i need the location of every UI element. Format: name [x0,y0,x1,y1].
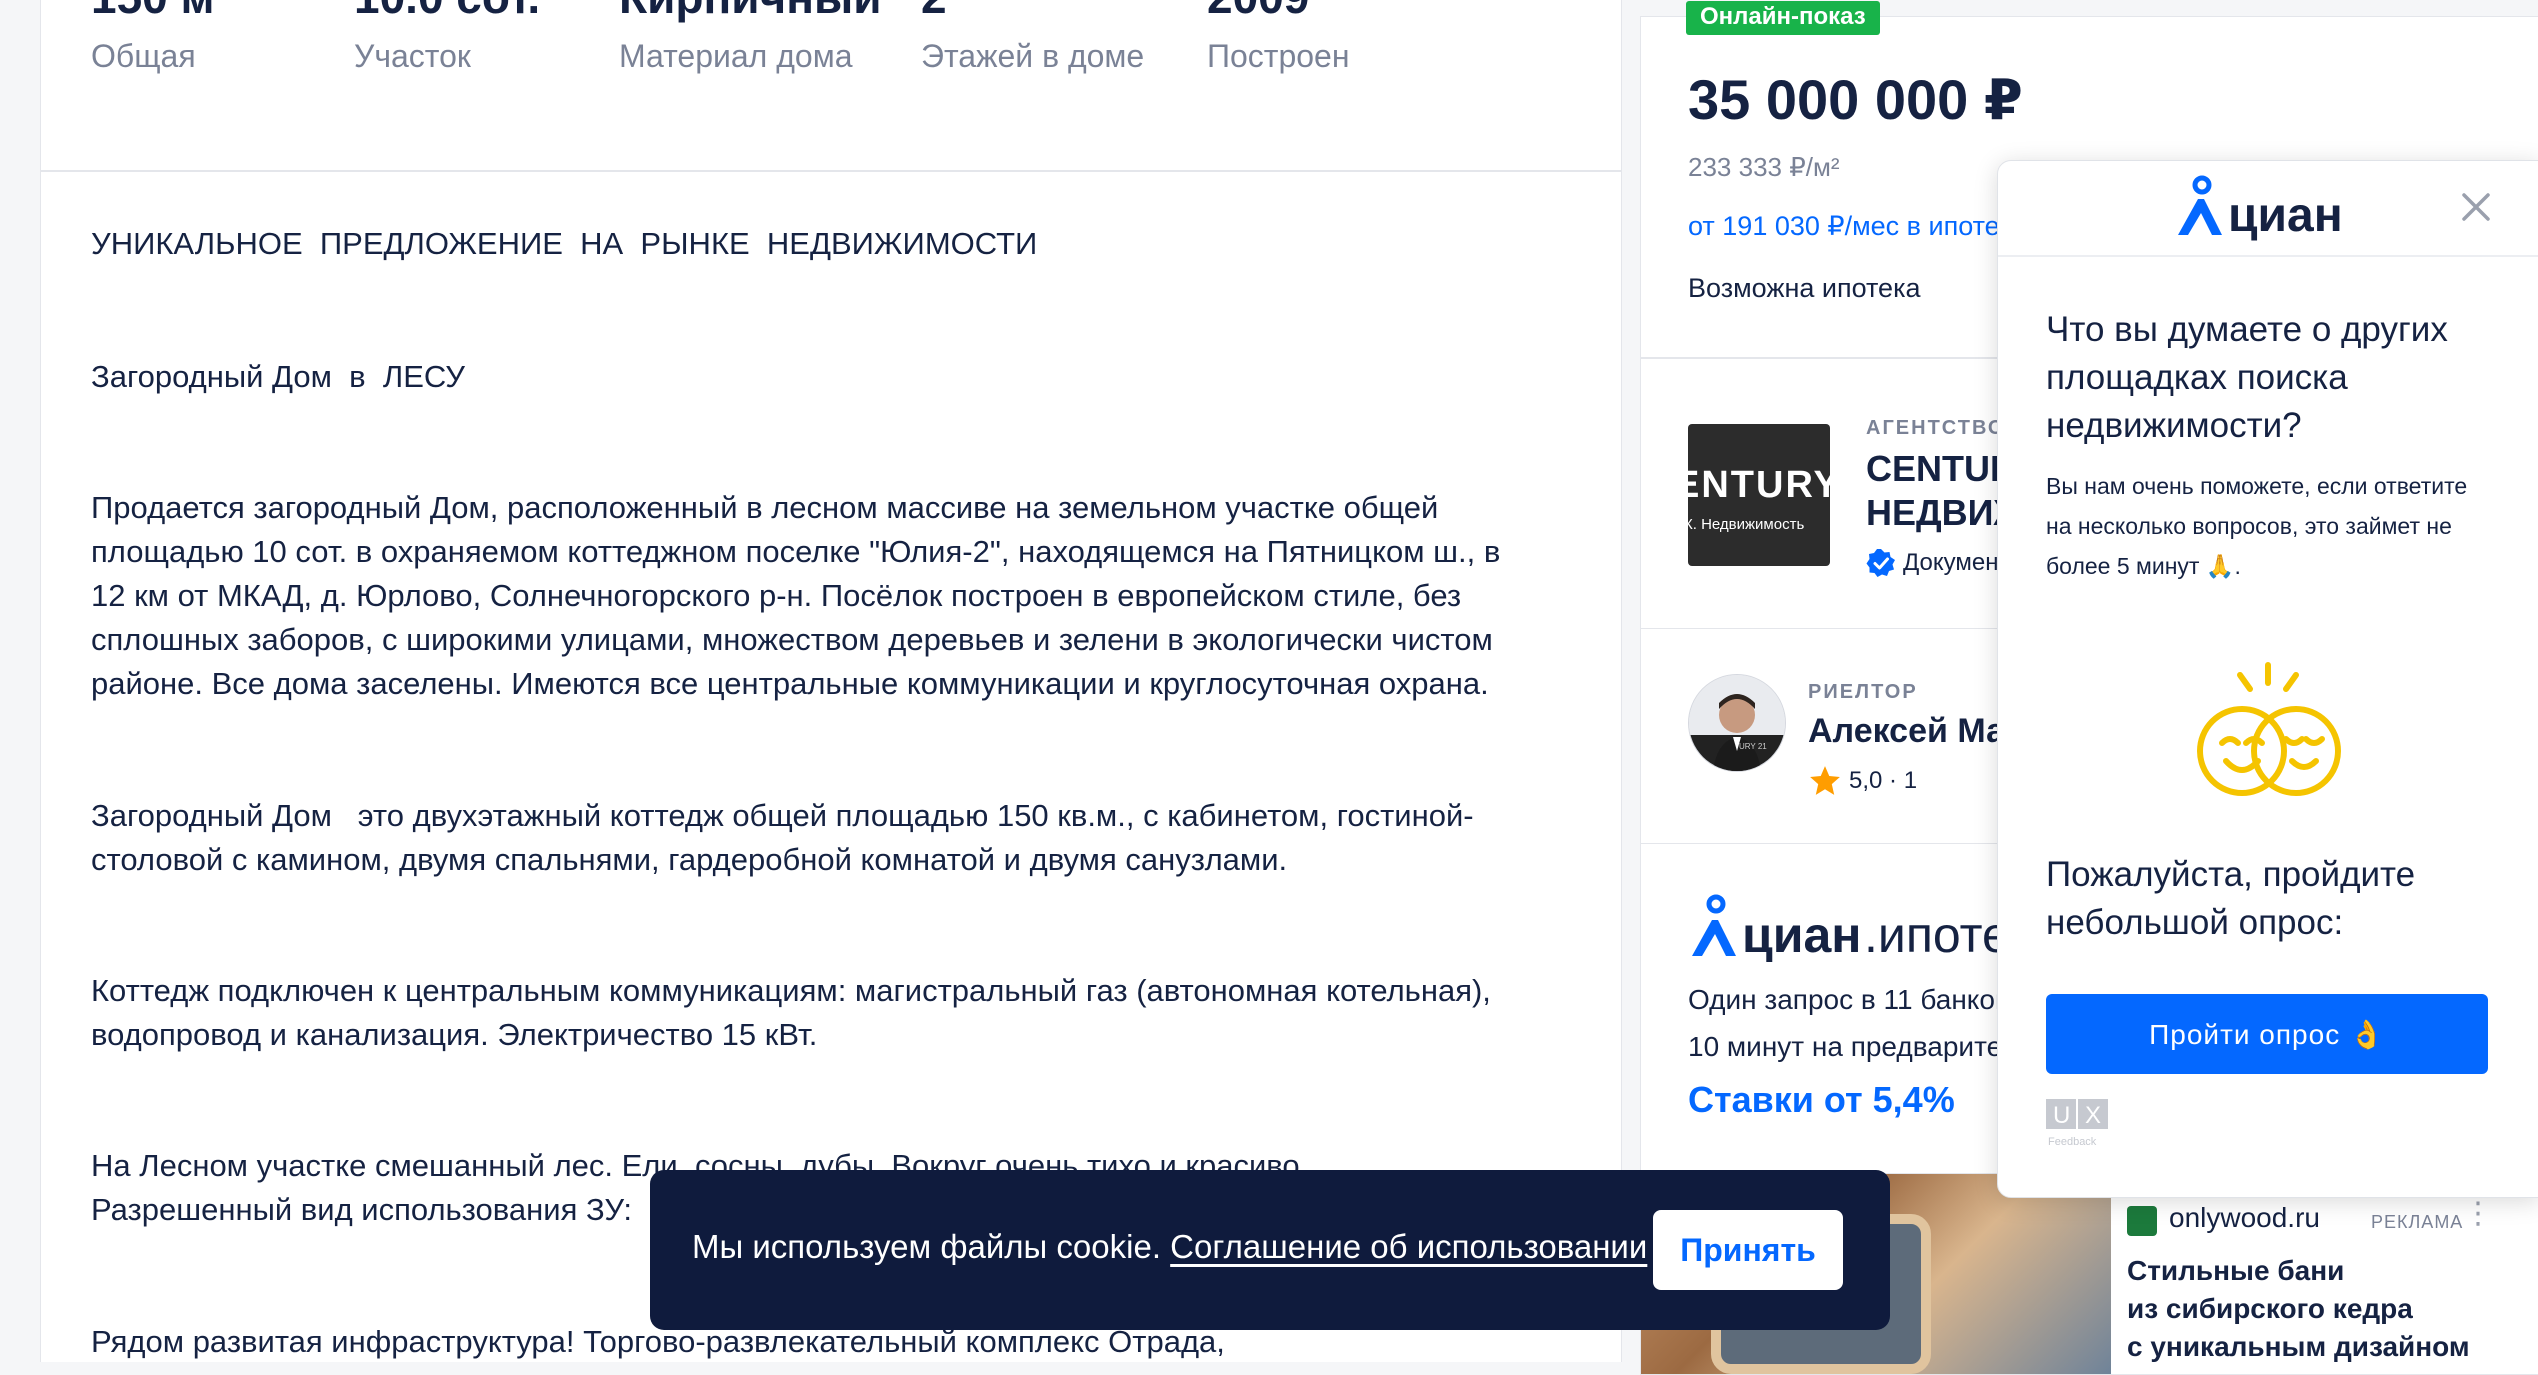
stat-area-label: Общая [91,38,196,74]
close-icon[interactable] [2456,187,2496,227]
stat-floors-value: 2 [921,0,947,24]
svg-text:U: U [2053,1102,2070,1129]
agency-logo-subtext: К. Недвижимость [1688,516,1805,533]
stat-material-value: Кирпичный [619,0,882,24]
svg-text:URY 21: URY 21 [1739,742,1767,751]
stat-built-label: Построен [1207,38,1350,74]
stat-plot-value: 10.0 сот. [354,0,540,24]
realtor-avatar[interactable]: URY 21 [1688,674,1786,772]
ad-source-icon [2127,1206,2157,1236]
accept-cookies-button[interactable]: Принять [1653,1210,1843,1290]
svg-text:X: X [2085,1102,2101,1129]
survey-title: Что вы думаете о других площадках поиска… [2046,310,2448,445]
take-survey-button[interactable]: Пройти опрос 👌 [2046,994,2488,1074]
agency-type-label: АГЕНТСТВО [1866,417,2006,439]
price-per-sqm: 233 333 ₽/м² [1688,152,1840,182]
cookie-message: Мы используем файлы cookie. [692,1228,1171,1265]
cian-mortgage-logo-main: циан [1742,907,1861,963]
stat-area-value: 150 м² [91,0,230,24]
happy-faces-icon [2197,662,2341,796]
stat-built-value: 2009 [1207,0,1309,24]
listing-main-card: 150 м² Общая 10.0 сот. Участок Кирпичный… [40,0,1622,1362]
stat-plot-label: Участок [354,38,471,74]
cian-logo: циан [2178,175,2343,242]
agency-logo-text: ENTURY [1688,464,1830,506]
survey-popup: циан Что вы думаете о других площадках п… [1997,160,2538,1198]
cookie-agreement-link[interactable]: Соглашение об использовании [1170,1228,1647,1265]
survey-header-divider [1998,255,2538,257]
survey-logo-text: циан [2228,189,2343,242]
ad-source[interactable]: onlywood.ru [2169,1202,2320,1234]
description-heading: УНИКАЛЬНОЕ ПРЕДЛОЖЕНИЕ НА РЫНКЕ НЕДВИЖИМ… [91,226,1038,261]
mortgage-link[interactable]: от 191 030 ₽/мес в ипотеку [1688,211,2025,242]
ad-tag: РЕКЛАМА [2371,1212,2464,1232]
online-viewing-badge: Онлайн-показ [1686,1,1880,35]
survey-text: Вы нам очень поможете, если ответите на … [2046,473,2468,579]
stats-divider [41,170,1621,172]
realtor-type-label: РИЕЛТОР [1808,681,1918,703]
realtor-rating: 5,0 · 1 [1849,767,1918,794]
cian-mortgage-line1: Один запрос в 11 банков [1688,984,2010,1015]
stat-floors-label: Этажей в доме [921,38,1145,74]
ux-feedback-label: Feedback [2048,1136,2097,1148]
ad-title[interactable]: Стильные бани из сибирского кедра с уник… [2127,1252,2470,1366]
stat-material-label: Материал дома [619,38,853,74]
verified-icon [1866,549,1895,577]
cian-mortgage-rate[interactable]: Ставки от 5,4% [1688,1079,1955,1121]
description-paragraph: Загородный Дом это двухэтажный коттедж о… [91,798,1474,877]
survey-prompt: Пожалуйста, пройдите небольшой опрос: [2046,855,2416,942]
description-paragraph: Загородный Дом в ЛЕСУ [91,359,465,394]
star-icon [1810,766,1840,795]
mortgage-note: Возможна ипотека [1688,273,1921,303]
more-icon[interactable]: ⋮ [2463,1196,2493,1231]
description-paragraph: Коттедж подключен к центральным коммуник… [91,973,1491,1052]
cookie-text: Мы используем файлы cookie. Соглашение о… [692,1228,1647,1266]
description-paragraph: Продается загородный Дом, расположенный … [91,490,1501,701]
ux-feedback-logo: U X Feedback [2046,1099,2108,1148]
agency-logo[interactable]: ENTURY К. Недвижимость [1688,424,1830,566]
avatar-photo: URY 21 [1689,675,1785,771]
price-total: 35 000 000 ₽ [1688,68,2023,131]
cookie-banner: Мы используем файлы cookie. Соглашение о… [650,1170,1890,1330]
